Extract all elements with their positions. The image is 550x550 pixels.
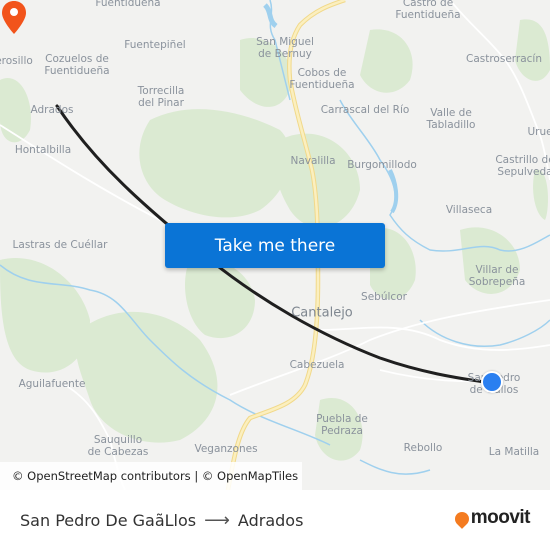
place-label: Castro de Fuentidueña [395,0,461,21]
place-label: Cobos de Fuentidueña [289,67,355,91]
place-label: Aguilafuente [18,378,86,390]
place-label: Adrados [30,104,74,116]
moovit-pin-icon [451,509,472,529]
place-label: Cozuelos de Fuentidueña [44,53,110,77]
place-label: Fuentepiñel [124,39,186,51]
destination-pin-icon[interactable] [0,0,28,36]
place-label: La Matilla [488,446,540,458]
place-label: Fuentidueña [95,0,161,9]
place-label: San Miguel de Bernuy [256,36,314,60]
destination-name: Adrados [237,511,304,530]
place-label: Valle de Tabladillo [426,107,476,131]
footer-bar: San Pedro De GaãLlos ⟶ Adrados moovit [0,490,550,550]
attribution-text[interactable]: © OpenStreetMap contributors | © OpenMap… [12,469,298,483]
place-label: Villar de Sobrepeña [468,264,526,288]
route-summary: San Pedro De GaãLlos ⟶ Adrados [20,510,303,531]
take-me-there-button[interactable]: Take me there [165,223,385,268]
place-label: Carrascal del Río [320,104,410,116]
place-label: Villaseca [445,204,493,216]
origin-location-dot-icon[interactable] [481,371,503,393]
place-label: Urue [527,126,550,138]
river-wide [263,3,278,28]
place-label: Torrecilla del Pinar [137,85,185,109]
place-label: Castroserracín [465,53,543,65]
place-label: Cabezuela [289,359,345,371]
place-label: Puebla de Pedraza [316,413,368,437]
place-label: Burgomillodo [347,159,417,171]
origin-name: San Pedro De GaãLlos [20,511,197,530]
place-label: Cantalejo [291,305,353,321]
place-label: Castrillo de Sepulveda [495,154,550,178]
place-label: Sebúlcor [361,291,407,303]
moovit-logo[interactable]: moovit [451,507,531,529]
place-label: erosillo [0,55,33,67]
place-label: Veganzones [194,443,258,455]
arrow-right-icon: ⟶ [204,510,230,531]
map[interactable]: Fuentidueña Castro de Fuentidueña San Mi… [0,0,550,490]
place-label: Lastras de Cuéllar [12,239,108,251]
map-attribution[interactable]: © OpenStreetMap contributors | © OpenMap… [0,462,302,490]
place-label: Navalilla [290,155,336,167]
river-wide [388,169,399,214]
place-label: Rebollo [403,442,443,454]
brand-name: moovit [470,507,531,528]
place-label: Sauquillo de Cabezas [87,434,149,458]
place-label: Hontalbilla [14,144,72,156]
